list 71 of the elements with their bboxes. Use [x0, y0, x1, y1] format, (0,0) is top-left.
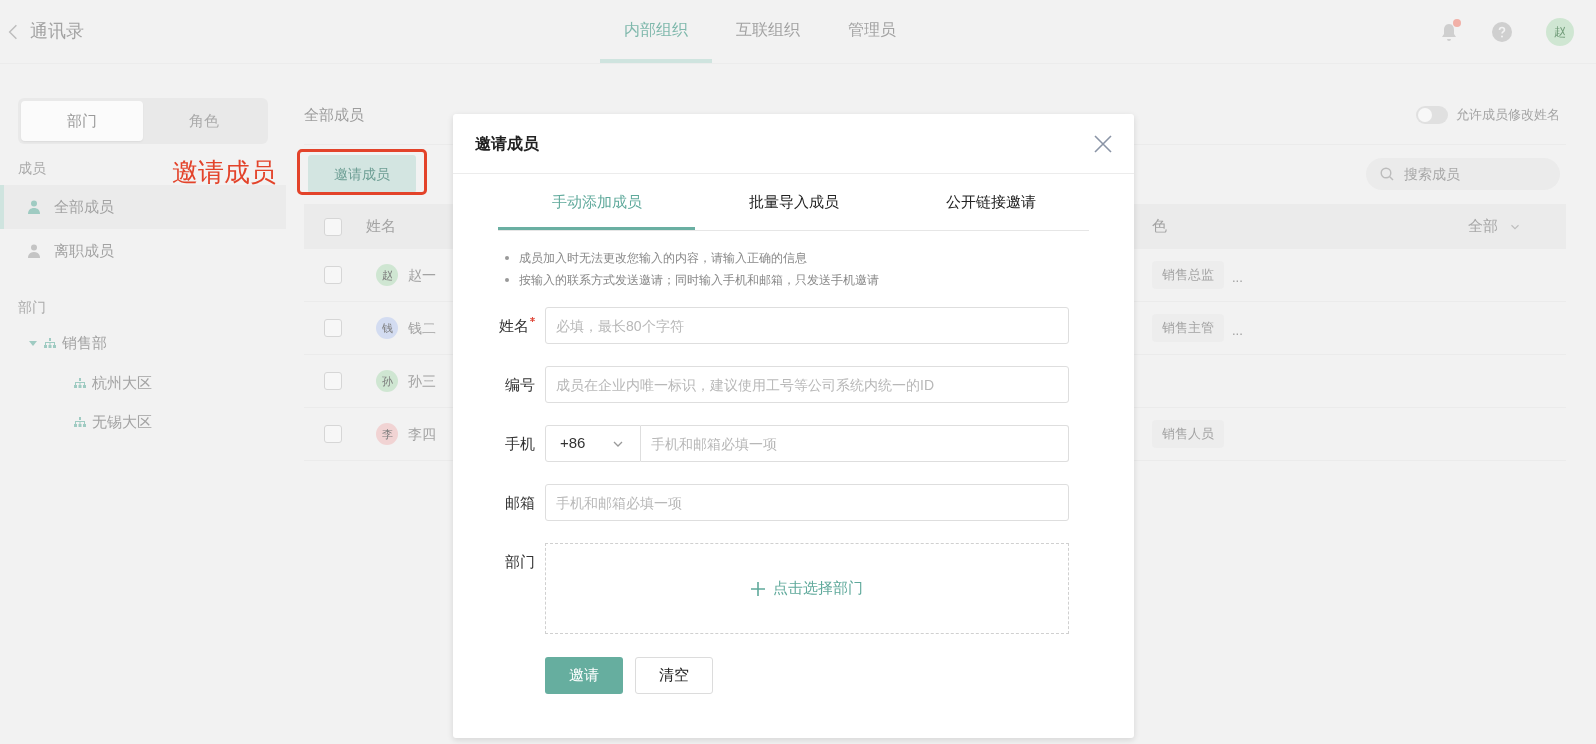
checkbox[interactable]	[324, 319, 342, 337]
field-label: 姓名	[499, 316, 529, 336]
nav-tab[interactable]: 管理员	[824, 0, 920, 63]
required-icon	[530, 317, 535, 322]
clear-button[interactable]: 清空	[635, 657, 713, 694]
note-text: 成员加入时无法更改您输入的内容，请输入正确的信息	[519, 250, 807, 267]
member-name: 赵一	[408, 265, 436, 285]
column-header: 色	[1152, 216, 1167, 237]
checkbox[interactable]	[324, 266, 342, 284]
segment-tab[interactable]: 角色	[143, 101, 265, 141]
member-name: 钱二	[408, 318, 436, 338]
text-field[interactable]: 成员在企业内唯一标识，建议使用工号等公司系统内统一的ID	[545, 366, 1069, 403]
person-icon	[26, 199, 42, 215]
org-icon	[74, 376, 86, 389]
user-avatar[interactable]: 赵	[1546, 17, 1574, 46]
member-avatar: 李	[376, 423, 398, 445]
segment-tab[interactable]: 部门	[21, 101, 143, 141]
dialog-tab[interactable]: 手动添加成员	[498, 178, 695, 230]
country-code-select[interactable]: +86	[545, 425, 641, 462]
nav-tab[interactable]: 互联组织	[712, 0, 824, 63]
more-ellipsis[interactable]: ...	[1232, 321, 1243, 341]
org-icon	[44, 337, 56, 350]
field-label: 手机	[505, 434, 535, 454]
invite-submit-button[interactable]: 邀请	[545, 657, 623, 694]
plus-icon	[751, 581, 765, 596]
dialog-tab[interactable]: 批量导入成员	[695, 178, 892, 230]
member-filter[interactable]: 离职成员	[0, 229, 286, 273]
member-avatar: 钱	[376, 317, 398, 339]
help-icon[interactable]	[1492, 21, 1512, 42]
more-ellipsis[interactable]: ...	[1232, 268, 1243, 288]
role-tag: 销售总监	[1152, 261, 1224, 289]
invite-button[interactable]: 邀请成员	[308, 155, 416, 193]
field-label: 部门	[505, 552, 535, 572]
section-label: 部门	[18, 298, 46, 317]
dialog-tab[interactable]: 公开链接邀请	[892, 178, 1089, 230]
checkbox[interactable]	[324, 372, 342, 390]
department-item[interactable]: 无锡大区	[92, 411, 152, 434]
org-icon	[74, 416, 86, 429]
column-header: 姓名	[366, 216, 396, 237]
section-title: 全部成员	[304, 104, 364, 125]
member-name: 孙三	[408, 371, 436, 391]
phone-field[interactable]: 手机和邮箱必填一项	[641, 425, 1069, 462]
role-tag: 销售主管	[1152, 314, 1224, 342]
toggle-label: 允许成员修改姓名	[1456, 106, 1560, 125]
note-text: 按输入的联系方式发送邀请；同时输入手机和邮箱，只发送手机邀请	[519, 272, 879, 289]
member-name: 李四	[408, 424, 436, 444]
checkbox[interactable]	[324, 425, 342, 443]
dialog-title: 邀请成员	[475, 133, 539, 154]
person-icon	[26, 243, 42, 259]
text-field[interactable]: 必填，最长80个字符	[545, 307, 1069, 344]
section-label: 成员	[18, 159, 46, 178]
department-picker[interactable]: 点击选择部门	[545, 543, 1069, 634]
department-item[interactable]: 销售部	[62, 332, 107, 355]
bell-icon[interactable]	[1440, 21, 1458, 42]
text-field[interactable]: 手机和邮箱必填一项	[545, 484, 1069, 521]
bullet-icon	[505, 256, 509, 260]
department-item[interactable]: 杭州大区	[92, 371, 152, 394]
close-icon[interactable]	[1094, 134, 1112, 153]
search-field[interactable]: 搜索成员	[1366, 158, 1560, 190]
nav-tab[interactable]: 内部组织	[600, 0, 712, 63]
field-label: 邮箱	[505, 493, 535, 513]
member-filter[interactable]: 全部成员	[0, 185, 286, 229]
role-tag: 销售人员	[1152, 420, 1224, 448]
bullet-icon	[505, 278, 509, 282]
page-title: 通讯录	[30, 20, 84, 43]
member-avatar: 赵	[376, 264, 398, 286]
member-avatar: 孙	[376, 370, 398, 392]
checkbox[interactable]	[324, 217, 342, 236]
toggle-switch[interactable]	[1416, 106, 1448, 124]
role-filter[interactable]: 全部	[1468, 215, 1522, 238]
field-label: 编号	[505, 375, 535, 395]
